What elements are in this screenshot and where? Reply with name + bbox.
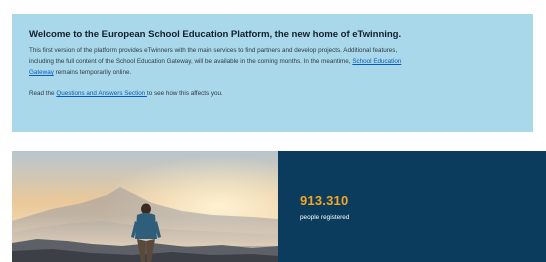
notice-body-text: This first version of the platform provi… bbox=[29, 47, 398, 65]
notice-footer-after-link: to see how this affects you. bbox=[146, 90, 223, 97]
notice-footer-before-link: Read the bbox=[29, 90, 57, 97]
questions-and-answers-link[interactable]: Questions and Answers Section bbox=[56, 90, 147, 97]
notice-footer: Read the Questions and Answers Section t… bbox=[29, 88, 517, 99]
registration-stats: 913.310 people registered bbox=[278, 151, 546, 262]
page: Welcome to the European School Education… bbox=[0, 0, 546, 262]
welcome-notice: Welcome to the European School Education… bbox=[12, 14, 533, 132]
hero-banner: 913.310 people registered bbox=[12, 151, 546, 262]
notice-body: This first version of the platform provi… bbox=[29, 45, 403, 78]
notice-body-after-link: remains temporarily online. bbox=[53, 69, 132, 76]
registered-count: 913.310 bbox=[300, 193, 349, 208]
notice-title: Welcome to the European School Education… bbox=[29, 29, 402, 40]
hero-image-mountain-landscape bbox=[12, 151, 278, 262]
registered-label: people registered bbox=[300, 214, 350, 221]
